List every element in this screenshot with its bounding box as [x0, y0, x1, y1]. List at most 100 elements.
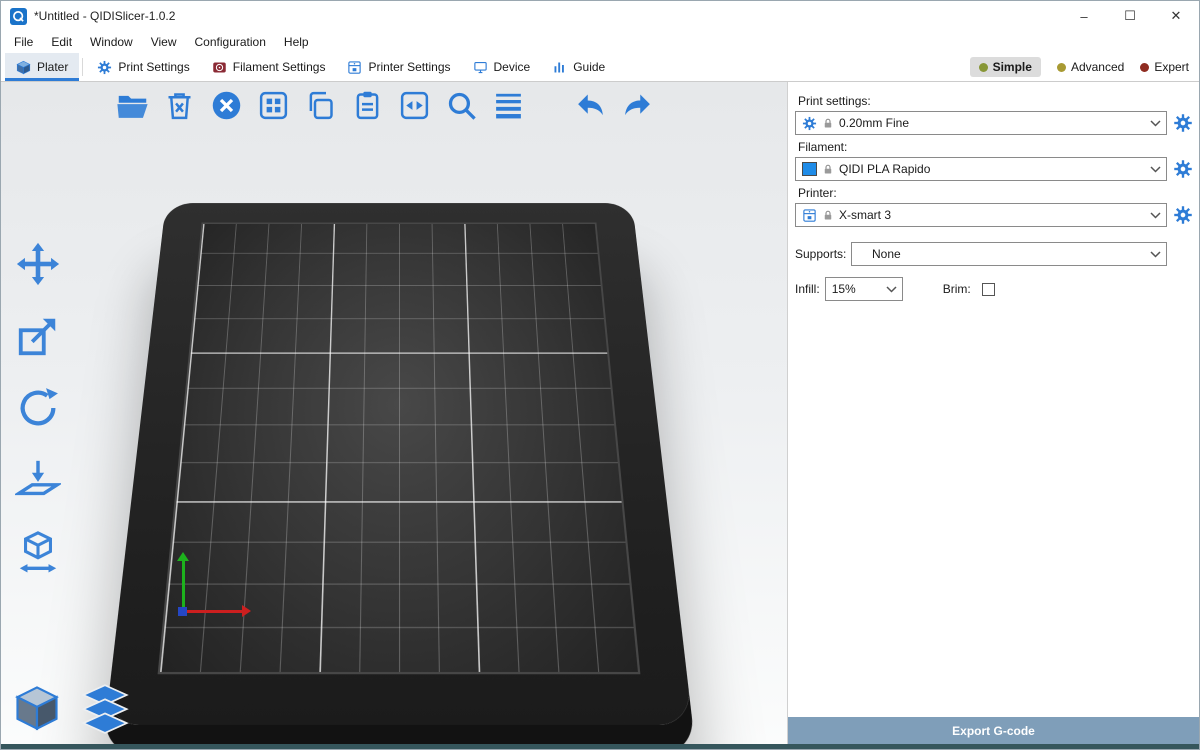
viewport-toolbar — [113, 86, 656, 124]
gear-icon — [97, 60, 112, 75]
chevron-down-icon — [1150, 120, 1161, 127]
tab-device[interactable]: Device — [462, 53, 542, 81]
menu-configuration[interactable]: Configuration — [186, 33, 275, 51]
app-logo-icon — [10, 8, 27, 25]
mode-simple[interactable]: Simple — [970, 57, 1041, 77]
lock-icon — [822, 163, 834, 176]
rotate-icon[interactable] — [8, 381, 68, 435]
close-button[interactable]: ✕ — [1153, 1, 1199, 31]
infill-combo[interactable]: 15% — [825, 277, 903, 301]
tab-filament-settings[interactable]: Filament Settings — [201, 53, 337, 81]
tab-label: Device — [494, 60, 531, 74]
supports-value: None — [872, 247, 1145, 261]
print-settings-label: Print settings: — [798, 94, 1193, 108]
view-switch — [9, 680, 133, 736]
printer-icon — [347, 60, 362, 75]
filament-label: Filament: — [798, 140, 1193, 154]
menu-window[interactable]: Window — [81, 33, 142, 51]
menu-help[interactable]: Help — [275, 33, 318, 51]
scale-icon[interactable] — [8, 309, 68, 363]
delete-icon[interactable] — [160, 86, 198, 124]
lock-icon — [822, 117, 834, 130]
tab-printer-settings[interactable]: Printer Settings — [336, 53, 461, 81]
window-title: *Untitled - QIDISlicer-1.0.2 — [34, 9, 175, 23]
guide-icon — [552, 60, 567, 75]
app-window: *Untitled - QIDISlicer-1.0.2 – ☐ ✕ File … — [0, 0, 1200, 750]
variable-layer-height-icon[interactable] — [489, 86, 527, 124]
open-icon[interactable] — [113, 86, 151, 124]
export-gcode-button[interactable]: Export G-code — [788, 717, 1199, 744]
axes-indicator — [153, 552, 263, 624]
plater-icon — [16, 60, 31, 75]
advanced-mode-dot-icon — [1057, 63, 1066, 72]
printer-combo[interactable]: X-smart 3 — [795, 203, 1167, 227]
filament-color-swatch — [802, 162, 817, 176]
print-bed-scene — [79, 144, 719, 744]
gear-icon — [1173, 205, 1193, 225]
infill-label: Infill: — [795, 282, 820, 296]
copy-icon[interactable] — [301, 86, 339, 124]
x-axis-arrow-icon — [242, 605, 251, 617]
maximize-button[interactable]: ☐ — [1107, 1, 1153, 31]
print-settings-row: 0.20mm Fine — [795, 111, 1193, 135]
y-axis — [182, 560, 185, 612]
edit-filament-button[interactable] — [1173, 159, 1193, 179]
y-axis-arrow-icon — [177, 552, 189, 561]
brim-checkbox[interactable] — [982, 283, 995, 296]
edit-printer-button[interactable] — [1173, 205, 1193, 225]
print-settings-value: 0.20mm Fine — [839, 116, 1145, 130]
place-on-face-icon[interactable] — [8, 453, 68, 507]
filament-combo[interactable]: QIDI PLA Rapido — [795, 157, 1167, 181]
split-objects-icon[interactable] — [395, 86, 433, 124]
chevron-down-icon — [1150, 212, 1161, 219]
tab-label: Printer Settings — [368, 60, 450, 74]
mode-label: Advanced — [1071, 60, 1124, 74]
tab-print-settings[interactable]: Print Settings — [86, 53, 200, 81]
paste-icon[interactable] — [348, 86, 386, 124]
infill-row: Infill: 15% Brim: — [795, 277, 1193, 301]
mode-advanced[interactable]: Advanced — [1057, 60, 1124, 74]
search-icon[interactable] — [442, 86, 480, 124]
print-settings-combo[interactable]: 0.20mm Fine — [795, 111, 1167, 135]
filament-icon — [212, 60, 227, 75]
undo-icon[interactable] — [571, 86, 609, 124]
tab-plater[interactable]: Plater — [5, 53, 79, 81]
tab-label: Print Settings — [118, 60, 189, 74]
supports-combo[interactable]: None — [851, 242, 1167, 266]
supports-label: Supports: — [795, 247, 851, 261]
tab-guide[interactable]: Guide — [541, 53, 616, 81]
chevron-down-icon — [1150, 251, 1161, 258]
bed-grid — [158, 223, 641, 675]
tab-bar: Plater Print Settings Filament Settings … — [1, 53, 1199, 82]
menu-file[interactable]: File — [5, 33, 42, 51]
printer-value: X-smart 3 — [839, 208, 1145, 222]
tab-label: Guide — [573, 60, 605, 74]
menu-view[interactable]: View — [142, 33, 186, 51]
menu-edit[interactable]: Edit — [42, 33, 81, 51]
measure-icon[interactable] — [8, 525, 68, 579]
mode-label: Expert — [1154, 60, 1189, 74]
view-3d-icon[interactable] — [9, 680, 65, 736]
x-axis — [183, 610, 243, 613]
delete-all-icon[interactable] — [207, 86, 245, 124]
tab-separator — [82, 58, 83, 76]
minimize-button[interactable]: – — [1061, 1, 1107, 31]
view-layers-icon[interactable] — [77, 680, 133, 736]
edit-print-settings-button[interactable] — [1173, 113, 1193, 133]
printer-label: Printer: — [798, 186, 1193, 200]
filament-value: QIDI PLA Rapido — [839, 162, 1145, 176]
mode-switch: Simple Advanced Expert — [970, 53, 1199, 81]
brim-label: Brim: — [943, 282, 971, 296]
expert-mode-dot-icon — [1140, 63, 1149, 72]
move-icon[interactable] — [8, 237, 68, 291]
3d-viewport[interactable] — [1, 82, 787, 744]
device-icon — [473, 60, 488, 75]
arrange-icon[interactable] — [254, 86, 292, 124]
redo-icon[interactable] — [618, 86, 656, 124]
supports-row: Supports: None — [795, 242, 1193, 266]
mode-label: Simple — [993, 60, 1032, 74]
chevron-down-icon — [1150, 166, 1161, 173]
gizmo-toolbar — [8, 237, 68, 579]
mode-expert[interactable]: Expert — [1140, 60, 1189, 74]
title-bar: *Untitled - QIDISlicer-1.0.2 – ☐ ✕ — [1, 1, 1199, 31]
